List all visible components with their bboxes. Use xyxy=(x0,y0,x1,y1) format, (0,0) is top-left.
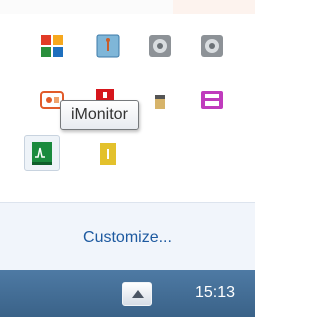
notification-overflow-flyout: iMonitor Customize... xyxy=(0,0,255,271)
taskbar: 15:13 xyxy=(0,270,255,317)
flyout-footer: Customize... xyxy=(0,202,255,271)
printer-icon[interactable] xyxy=(199,87,225,113)
show-hidden-icons-button[interactable] xyxy=(122,282,152,306)
flyout-top-accent xyxy=(173,0,255,14)
gear-icon[interactable] xyxy=(147,33,173,59)
app-icon[interactable] xyxy=(154,92,166,112)
imonitor-icon[interactable] xyxy=(24,135,60,171)
yellow-app-icon[interactable] xyxy=(95,141,121,167)
avg-antivirus-icon[interactable] xyxy=(39,33,65,59)
network-icon[interactable] xyxy=(95,33,121,59)
gear-icon[interactable] xyxy=(199,33,225,59)
customize-link[interactable]: Customize... xyxy=(0,229,255,247)
imonitor-tooltip: iMonitor xyxy=(60,100,139,130)
triangle-up-icon xyxy=(132,290,144,298)
clock[interactable]: 15:13 xyxy=(195,284,235,302)
